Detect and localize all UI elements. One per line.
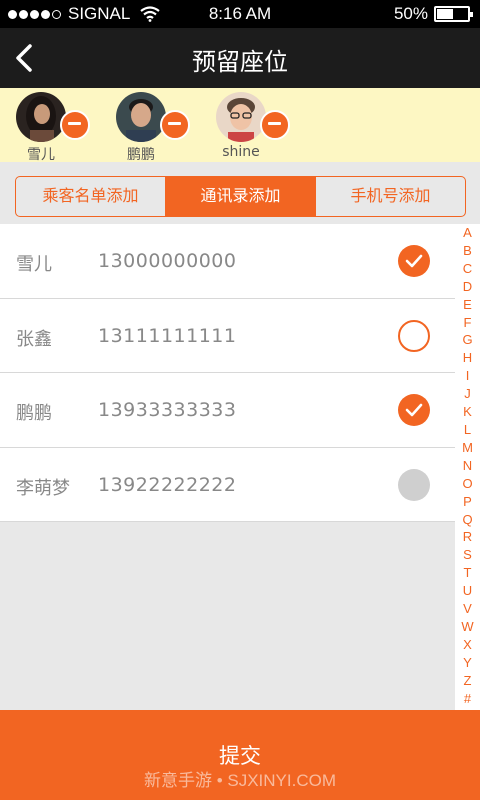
- index-letter[interactable]: R: [455, 528, 480, 546]
- avatar: [216, 92, 266, 142]
- remove-passenger-button[interactable]: [260, 110, 290, 140]
- contact-row[interactable]: 鹏鹏 13933333333: [0, 373, 455, 448]
- alphabet-index: A B C D E F G H I J K L M N O P Q R S T U V W X Y Z #: [455, 224, 480, 710]
- remove-passenger-button[interactable]: [160, 110, 190, 140]
- index-letter[interactable]: V: [455, 600, 480, 618]
- checkmark-icon: [405, 254, 423, 268]
- contact-name: 张鑫: [16, 328, 52, 350]
- contact-checkbox-checked[interactable]: [398, 245, 430, 277]
- index-letter[interactable]: #: [455, 690, 480, 708]
- index-letter[interactable]: C: [455, 260, 480, 278]
- selected-passenger-chip: shine: [216, 92, 306, 162]
- index-letter[interactable]: E: [455, 296, 480, 314]
- selected-passenger-name: 雪儿: [27, 147, 55, 163]
- contact-phone: 13111111111: [98, 324, 237, 347]
- checkmark-icon: [405, 403, 423, 417]
- contact-row[interactable]: 张鑫 13111111111: [0, 299, 455, 373]
- nav-bar: 预留座位: [0, 28, 480, 88]
- contact-checkbox-disabled: [398, 468, 430, 501]
- index-letter[interactable]: L: [455, 421, 480, 439]
- index-letter[interactable]: G: [455, 331, 480, 349]
- contact-name: 鹏鹏: [16, 403, 52, 424]
- index-letter[interactable]: H: [455, 349, 480, 367]
- tab-passenger-list[interactable]: 乘客名单添加: [16, 177, 165, 216]
- index-letter[interactable]: P: [455, 493, 480, 511]
- index-letter[interactable]: X: [455, 636, 480, 654]
- index-letter[interactable]: D: [455, 278, 480, 296]
- contact-name: 雪儿: [16, 254, 52, 275]
- contact-row[interactable]: 李萌梦 13922222222: [0, 448, 455, 522]
- contact-list: 雪儿 13000000000 张鑫 13111111111 鹏鹏 1393333…: [0, 224, 455, 522]
- contact-checkbox-checked[interactable]: [398, 394, 430, 426]
- index-letter[interactable]: J: [455, 385, 480, 403]
- selected-passenger-chip: 鹏鹏: [116, 92, 206, 163]
- index-letter[interactable]: T: [455, 564, 480, 582]
- index-letter[interactable]: I: [455, 367, 480, 385]
- contact-row[interactable]: 雪儿 13000000000: [0, 224, 455, 299]
- contact-phone: 13000000000: [98, 250, 237, 272]
- battery-percent: 50%: [393, 4, 428, 23]
- index-letter[interactable]: K: [455, 403, 480, 421]
- index-letter[interactable]: M: [455, 439, 480, 457]
- index-letter[interactable]: F: [455, 314, 480, 332]
- index-letter[interactable]: S: [455, 546, 480, 564]
- contact-phone: 13933333333: [98, 399, 237, 421]
- index-letter[interactable]: U: [455, 582, 480, 600]
- index-letter[interactable]: O: [455, 475, 480, 493]
- tab-phone-number[interactable]: 手机号添加: [315, 177, 465, 216]
- selected-passenger-name: shine: [222, 144, 260, 160]
- index-letter[interactable]: N: [455, 457, 480, 475]
- contact-checkbox-unchecked[interactable]: [398, 319, 430, 352]
- selected-passenger-chip: 雪儿: [16, 92, 106, 163]
- index-letter[interactable]: Y: [455, 654, 480, 672]
- tab-contacts[interactable]: 通讯录添加: [165, 177, 315, 216]
- watermark: 新意手游 • SJXINYI.COM: [143, 771, 337, 790]
- index-letter[interactable]: B: [455, 242, 480, 260]
- page-title: 预留座位: [192, 48, 288, 76]
- contact-name: 李萌梦: [16, 477, 70, 499]
- status-bar: SIGNAL 8:16 AM 50%: [0, 0, 480, 28]
- index-letter[interactable]: A: [455, 224, 480, 242]
- avatar: [116, 92, 166, 142]
- selected-passengers: 雪儿 鹏鹏 shine: [0, 88, 480, 163]
- selected-passenger-name: 鹏鹏: [127, 147, 155, 163]
- add-method-tabs: 乘客名单添加 通讯录添加 手机号添加: [15, 176, 466, 217]
- contact-phone: 13922222222: [98, 473, 237, 496]
- index-letter[interactable]: Q: [455, 511, 480, 529]
- avatar: [16, 92, 66, 142]
- index-letter[interactable]: W: [455, 618, 480, 636]
- battery-icon: [434, 6, 473, 22]
- index-letter[interactable]: Z: [455, 672, 480, 690]
- remove-passenger-button[interactable]: [60, 110, 90, 140]
